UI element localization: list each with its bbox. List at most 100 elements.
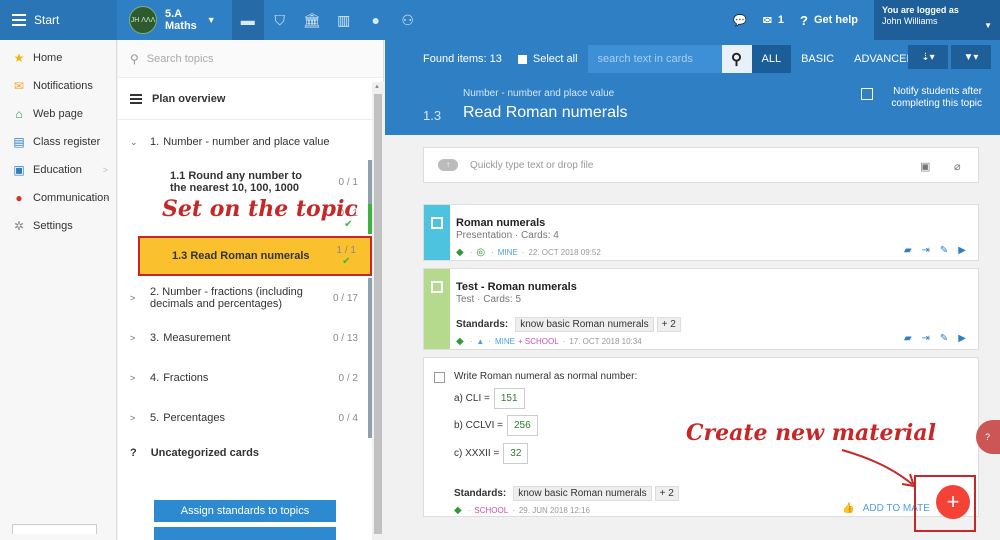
folder-icon[interactable]: ▰	[904, 245, 912, 256]
chat-icon: ●	[15, 191, 23, 205]
checkbox-icon	[517, 54, 527, 64]
edit-icon[interactable]: ✎	[940, 333, 948, 344]
card-checkbox[interactable]	[431, 281, 443, 293]
sidebar-item-home[interactable]: ★ Home	[0, 44, 116, 72]
gear-icon: ✲	[13, 219, 25, 233]
tab-all[interactable]: ALL	[751, 45, 792, 73]
tag-icon[interactable]: ◆	[456, 247, 464, 258]
scroll-up-icon[interactable]: ▲	[374, 84, 380, 90]
tag-icon[interactable]: ◆	[456, 336, 464, 347]
more-standards-chip[interactable]: + 2	[656, 317, 681, 332]
topics-panel: ⚲ Search topics Plan overview ⌄ 1. Numbe…	[118, 40, 384, 540]
list-icon	[130, 92, 142, 106]
sidebar-item-class-register[interactable]: ▤ Class register	[0, 128, 116, 156]
cloud-upload-icon: ↑	[438, 159, 458, 171]
answer-c-input[interactable]: 32	[503, 443, 529, 464]
card-search-input[interactable]: search text in cards	[587, 45, 722, 73]
card-subtitle: Test · Cards: 5	[456, 294, 522, 305]
user-menu[interactable]: You are logged as John Williams ▼	[874, 0, 1000, 40]
select-all-checkbox[interactable]: Select all	[517, 53, 578, 65]
chevron-right-icon: >	[130, 333, 136, 343]
standard-chip[interactable]: know basic Roman numerals	[513, 486, 652, 501]
sidebar-bottom-panel	[12, 524, 97, 534]
house-icon: ⌂	[15, 107, 23, 121]
quick-input[interactable]: ↑ Quickly type text or drop file ▣ ⌀	[423, 147, 979, 183]
topics-scrollbar[interactable]: ▲	[372, 82, 384, 540]
image-icon[interactable]: ▣	[920, 160, 930, 173]
hamburger-icon	[12, 11, 26, 29]
chevron-right-icon: >	[102, 193, 108, 203]
sidebar-item-label: Home	[33, 52, 63, 64]
get-help-button[interactable]: ? Get help	[800, 13, 858, 28]
sidebar-item-communication[interactable]: ● Communication >	[0, 184, 116, 212]
assign-icon[interactable]: ⇥	[922, 245, 930, 256]
quick-placeholder: Quickly type text or drop file	[470, 159, 594, 171]
user-name: John Williams	[882, 16, 938, 26]
notify-students-checkbox[interactable]: Notify students after completing this to…	[861, 86, 982, 110]
main-header: Found items: 13 Select all search text i…	[385, 40, 1000, 135]
topic-search-placeholder: Search topics	[146, 52, 214, 65]
shield-icon[interactable]: ⛉	[264, 0, 296, 40]
card-search-placeholder: search text in cards	[597, 53, 693, 65]
sidebar-item-notifications[interactable]: ✉ Notifications	[0, 72, 116, 100]
plan-overview[interactable]: Plan overview	[118, 78, 383, 120]
topic-label: Measurement	[163, 332, 231, 344]
messages-button[interactable]: ✉ 1	[763, 14, 784, 27]
topic-search-input[interactable]: ⚲ Search topics	[118, 40, 383, 78]
scrollbar-thumb[interactable]	[374, 94, 382, 534]
play-icon[interactable]: ▶	[958, 245, 966, 256]
subtopic-1-3[interactable]: 1.3 Read Roman numerals 1 / 1 ✔	[138, 236, 372, 276]
card-checkbox[interactable]	[431, 217, 443, 229]
filter-button[interactable]: ▼▾	[951, 45, 991, 69]
sidebar-item-label: Communication	[33, 192, 110, 204]
answer-a-input[interactable]: 151	[493, 388, 525, 409]
edit-icon[interactable]: ✎	[940, 245, 948, 256]
attachment-icon[interactable]: ⌀	[954, 160, 961, 173]
assign-icon[interactable]: ⇥	[922, 333, 930, 344]
create-material-button[interactable]: +	[936, 485, 970, 519]
tab-basic[interactable]: BASIC	[791, 45, 844, 73]
secondary-topic-button[interactable]	[154, 527, 336, 540]
envelope-icon: ✉	[13, 79, 25, 93]
tag-icon[interactable]: ◆	[454, 505, 462, 516]
top-right: 💬 ✉ 1 ? Get help You are logged as John …	[733, 0, 1000, 40]
topic-row-4[interactable]: > 4. Fractions 0 / 2	[118, 358, 372, 398]
sidebar-item-label: Notifications	[33, 80, 93, 92]
separator: ·	[562, 337, 566, 346]
topic-count: 0 / 17	[332, 292, 358, 304]
class-selector[interactable]: JH ΛΛΛ 5.A Maths ▼	[129, 6, 216, 34]
thumbs-up-icon: 👍	[842, 503, 855, 514]
chat-icon[interactable]: 💬	[733, 14, 747, 27]
badge-icon[interactable]: ●	[360, 0, 392, 40]
material-card[interactable]: Test - Roman numerals Test · Cards: 5 St…	[423, 268, 979, 350]
play-icon[interactable]: ▶	[958, 333, 966, 344]
people-icon[interactable]: ⚇	[392, 0, 424, 40]
card-checkbox[interactable]	[434, 372, 445, 383]
assign-standards-button[interactable]: Assign standards to topics	[154, 500, 336, 522]
sort-button[interactable]: ⇣▾	[908, 45, 948, 69]
sidebar-item-education[interactable]: ▣ Education >	[0, 156, 116, 184]
start-menu-button[interactable]: Start	[0, 0, 117, 40]
sidebar-item-web-page[interactable]: ⌂ Web page	[0, 100, 116, 128]
card-actions: ▰ ⇥ ✎ ▶	[894, 245, 966, 256]
answer-c: c) XXXII = 32	[454, 443, 529, 464]
topic-label: Number - number and place value	[163, 136, 330, 148]
star-icon: ★	[13, 51, 25, 65]
search-icon[interactable]: ⚲	[721, 45, 752, 73]
answer-b-input[interactable]: 256	[507, 415, 538, 436]
uncategorized-cards[interactable]: ? Uncategorized cards	[130, 447, 273, 459]
bar-chart-icon[interactable]: ▥	[328, 0, 360, 40]
institution-icon[interactable]: 🏛	[296, 0, 328, 40]
topic-row-1[interactable]: ⌄ 1. Number - number and place value	[118, 124, 372, 160]
folder-icon[interactable]: ▰	[904, 333, 912, 344]
more-standards-chip[interactable]: + 2	[654, 486, 679, 501]
standard-chip[interactable]: know basic Roman numerals	[515, 317, 654, 332]
topic-row-3[interactable]: > 3. Measurement 0 / 13	[118, 318, 372, 358]
cards-module-icon[interactable]: ▬	[231, 0, 264, 40]
topic-row-5[interactable]: > 5. Percentages 0 / 4	[118, 398, 372, 438]
sidebar-item-settings[interactable]: ✲ Settings	[0, 212, 116, 240]
top-bar: Start JH ΛΛΛ 5.A Maths ▼ ▬ ⛉ 🏛 ▥ ● ⚇ 💬 ✉…	[0, 0, 1000, 40]
material-card[interactable]: Roman numerals Presentation · Cards: 4 ◆…	[423, 204, 979, 261]
owner-label: SCHOOL	[474, 506, 509, 515]
topic-row-2[interactable]: > 2. Number - fractions (including decim…	[118, 278, 372, 318]
